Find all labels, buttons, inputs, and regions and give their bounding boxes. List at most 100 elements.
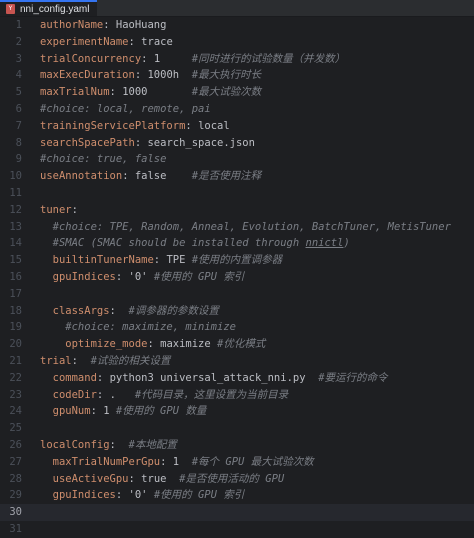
code-line[interactable]: 7 trainingServicePlatform: local bbox=[0, 118, 474, 135]
code-line[interactable]: 9 #choice: true, false bbox=[0, 151, 474, 168]
code-line[interactable]: 10 useAnnotation: false #是否使用注释 bbox=[0, 168, 474, 185]
line-number: 29 bbox=[9, 489, 22, 502]
yaml-comment: #使用的 GPU 数量 bbox=[115, 405, 207, 418]
code-content: #choice: true, false bbox=[40, 151, 166, 168]
yaml-key: experimentName bbox=[40, 35, 129, 48]
code-line[interactable]: 21 trial: #试验的相关设置 bbox=[0, 353, 474, 370]
yaml-value: 1 bbox=[103, 405, 116, 418]
yaml-key: useActiveGpu bbox=[40, 472, 129, 485]
line-number: 13 bbox=[9, 220, 22, 233]
code-line[interactable]: 17 bbox=[0, 286, 474, 303]
code-line[interactable]: 23 codeDir: . #代码目录，这里设置为当前目录 bbox=[0, 387, 474, 404]
yaml-key: authorName bbox=[40, 19, 104, 31]
yaml-separator: : bbox=[109, 304, 129, 317]
tab-label: nni_config.yaml bbox=[20, 3, 90, 15]
code-content: trialConcurrency: 1 #同时进行的试验数量（并发数） bbox=[40, 51, 345, 68]
code-line[interactable]: 29 gpuIndices: '0' #使用的 GPU 索引 bbox=[0, 487, 474, 504]
yaml-key: builtinTunerName bbox=[40, 254, 154, 267]
yaml-separator: : bbox=[96, 388, 110, 401]
code-line[interactable]: 27 maxTrialNumPerGpu: 1 #每个 GPU 最大试验次数 bbox=[0, 454, 474, 471]
yaml-value: local bbox=[198, 119, 230, 132]
code-line[interactable]: 26 localConfig: #本地配置 bbox=[0, 437, 474, 454]
line-number: 22 bbox=[9, 371, 22, 384]
code-content: #choice: local, remote, pai bbox=[40, 101, 211, 118]
code-content: useActiveGpu: true #是否使用活动的 GPU bbox=[40, 471, 285, 488]
code-line[interactable]: 14 #SMAC (SMAC should be installed throu… bbox=[0, 235, 474, 252]
code-line[interactable]: 12 tuner: bbox=[0, 202, 474, 219]
yaml-comment: #调参器的参数设置 bbox=[128, 304, 219, 317]
yaml-key: command bbox=[40, 371, 97, 384]
yaml-key: maxTrialNum bbox=[40, 86, 110, 99]
code-content: searchSpacePath: search_space.json bbox=[40, 135, 255, 152]
yaml-value: search_space.json bbox=[147, 136, 255, 149]
code-content: useAnnotation: false #是否使用注释 bbox=[40, 168, 261, 185]
code-line[interactable]: 28 useActiveGpu: true #是否使用活动的 GPU bbox=[0, 471, 474, 488]
yaml-key: classArgs bbox=[40, 304, 110, 317]
code-content: localConfig: #本地配置 bbox=[40, 437, 177, 454]
line-number: 11 bbox=[9, 186, 22, 199]
tab-nni-config[interactable]: Y nni_config.yaml bbox=[0, 0, 98, 16]
yaml-comment: #同时进行的试验数量（并发数） bbox=[191, 52, 346, 65]
code-line[interactable]: 1 authorName: HaoHuang bbox=[0, 17, 474, 34]
yaml-key: useAnnotation bbox=[40, 170, 123, 183]
yaml-separator: : bbox=[185, 119, 199, 132]
line-number: 9 bbox=[15, 153, 22, 166]
yaml-key: maxTrialNumPerGpu bbox=[40, 455, 161, 468]
line-number: 25 bbox=[9, 422, 22, 435]
line-number: 15 bbox=[9, 254, 22, 267]
yaml-key: localConfig bbox=[40, 438, 110, 451]
yaml-comment: #是否使用注释 bbox=[191, 170, 262, 183]
code-line[interactable]: 20 optimize_mode: maximize #优化模式 bbox=[0, 336, 474, 353]
code-line[interactable]: 25 bbox=[0, 420, 474, 437]
line-number: 28 bbox=[9, 472, 22, 485]
yaml-value: '0' bbox=[128, 270, 154, 283]
code-content: gpuIndices: '0' #使用的 GPU 索引 bbox=[40, 269, 245, 286]
yaml-value: maximize bbox=[160, 338, 218, 351]
code-content: #SMAC (SMAC should be installed through … bbox=[40, 235, 350, 252]
yaml-value: 1 bbox=[153, 52, 192, 65]
yaml-comment: #最大试验次数 bbox=[191, 86, 262, 99]
yaml-comment: #要运行的命令 bbox=[318, 371, 388, 384]
code-line[interactable]: 22 command: python3 universal_attack_nni… bbox=[0, 370, 474, 387]
yaml-value: 1 bbox=[172, 455, 192, 468]
yaml-value: HaoHuang bbox=[115, 19, 167, 31]
yaml-separator: : bbox=[153, 254, 167, 267]
code-line[interactable]: 3 trialConcurrency: 1 #同时进行的试验数量（并发数） bbox=[0, 51, 474, 68]
code-content: classArgs: #调参器的参数设置 bbox=[40, 303, 219, 320]
line-number: 3 bbox=[15, 52, 22, 65]
code-line[interactable]: 31 bbox=[0, 521, 474, 538]
line-number: 1 bbox=[15, 19, 22, 31]
code-line[interactable]: 24 gpuNum: 1 #使用的 GPU 数量 bbox=[0, 403, 474, 420]
yaml-separator: : bbox=[134, 136, 148, 149]
yaml-comment: #使用的 GPU 索引 bbox=[153, 270, 245, 283]
code-line[interactable]: 4 maxExecDuration: 1000h #最大执行时长 bbox=[0, 67, 474, 84]
code-line[interactable]: 5 maxTrialNum: 1000 #最大试验次数 bbox=[0, 84, 474, 101]
yaml-comment-tail: ) bbox=[343, 237, 350, 250]
line-number: 17 bbox=[9, 287, 22, 300]
yaml-separator: : bbox=[96, 371, 110, 384]
code-content: trial: #试验的相关设置 bbox=[40, 353, 170, 370]
line-number: 6 bbox=[15, 102, 22, 115]
code-line[interactable]: 2 experimentName: trace bbox=[0, 34, 474, 51]
yaml-file-icon: Y bbox=[6, 4, 15, 14]
code-line[interactable]: 19 #choice: maximize, minimize bbox=[0, 319, 474, 336]
code-line[interactable]: 8 searchSpacePath: search_space.json bbox=[0, 135, 474, 152]
line-number: 18 bbox=[9, 304, 22, 317]
line-number: 27 bbox=[9, 455, 22, 468]
nnictl-link[interactable]: nnictl bbox=[306, 237, 344, 249]
code-line[interactable]: 13 #choice: TPE, Random, Anneal, Evoluti… bbox=[0, 219, 474, 236]
yaml-comment: #优化模式 bbox=[217, 338, 266, 351]
code-editor[interactable]: 1 authorName: HaoHuang 2 experimentName: tr… bbox=[0, 17, 474, 538]
yaml-separator: : bbox=[160, 455, 173, 468]
line-number: 19 bbox=[9, 321, 22, 334]
yaml-separator: : bbox=[147, 338, 161, 351]
code-content: tuner: bbox=[40, 202, 78, 219]
line-number: 24 bbox=[9, 405, 22, 418]
code-line[interactable]: 6 #choice: local, remote, pai bbox=[0, 101, 474, 118]
code-line[interactable]: 30 bbox=[0, 504, 474, 521]
code-line[interactable]: 15 builtinTunerName: TPE #使用的内置调参器 bbox=[0, 252, 474, 269]
yaml-separator: : bbox=[90, 405, 104, 418]
code-line[interactable]: 11 bbox=[0, 185, 474, 202]
code-line[interactable]: 16 gpuIndices: '0' #使用的 GPU 索引 bbox=[0, 269, 474, 286]
code-line[interactable]: 18 classArgs: #调参器的参数设置 bbox=[0, 303, 474, 320]
